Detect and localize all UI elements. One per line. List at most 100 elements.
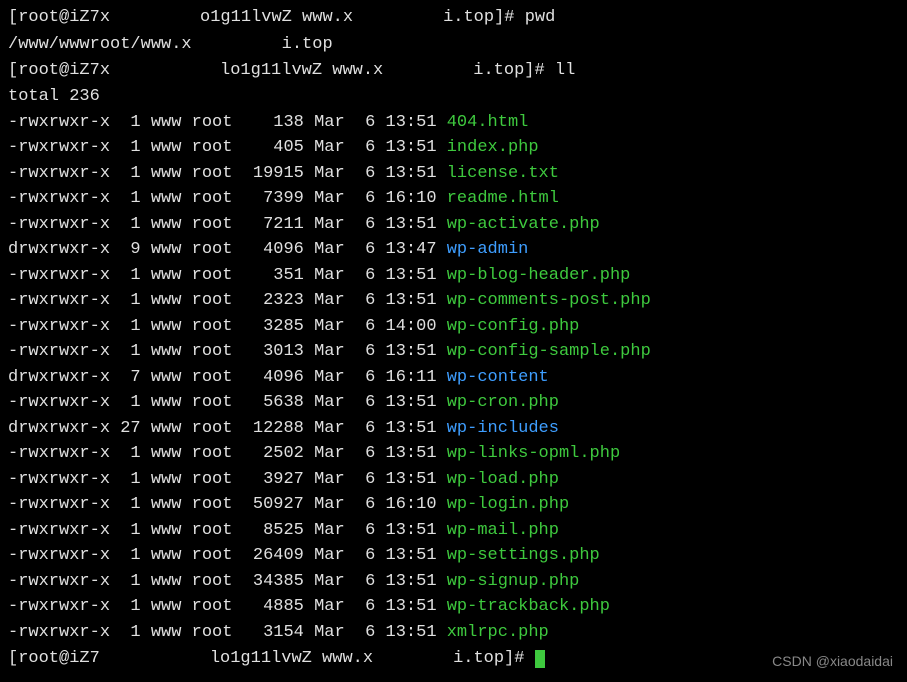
owner: www: [141, 368, 182, 387]
day: 6: [345, 266, 376, 285]
perms: -rwxrwxr-x: [8, 342, 110, 361]
perms: -rwxrwxr-x: [8, 546, 110, 565]
day: 6: [345, 368, 376, 387]
group: root: [181, 546, 232, 565]
filename: wp-load.php: [437, 470, 559, 489]
group: root: [181, 393, 232, 412]
owner: www: [141, 291, 182, 310]
file-row: drwxrwxr-x 27 www root 12288 Mar 6 13:51…: [8, 416, 899, 442]
size: 34385: [232, 572, 303, 591]
perms: drwxrwxr-x: [8, 240, 110, 259]
links: 1: [110, 572, 141, 591]
group: root: [181, 368, 232, 387]
filename: wp-config-sample.php: [437, 342, 651, 361]
links: 1: [110, 317, 141, 336]
prompt-line-pwd: [root@iZ7x o1g11lvwZ www.x i.top]# pwd: [8, 4, 899, 31]
day: 6: [345, 317, 376, 336]
filename: readme.html: [437, 189, 559, 208]
filename: wp-links-opml.php: [437, 444, 621, 463]
size: 2502: [232, 444, 303, 463]
links: 1: [110, 164, 141, 183]
prompt-line-ll: [root@iZ7x lo1g11lvwZ www.x i.top]# ll: [8, 57, 899, 84]
terminal-output[interactable]: [root@iZ7x o1g11lvwZ www.x i.top]# pwd /…: [8, 4, 899, 672]
links: 1: [110, 597, 141, 616]
filename: index.php: [437, 138, 539, 157]
owner: www: [141, 495, 182, 514]
links: 1: [110, 138, 141, 157]
file-row: -rwxrwxr-x 1 www root 50927 Mar 6 16:10 …: [8, 492, 899, 518]
time: 14:00: [375, 317, 436, 336]
filename: wp-settings.php: [437, 546, 600, 565]
time: 13:51: [375, 215, 436, 234]
size: 4096: [232, 368, 303, 387]
links: 1: [110, 291, 141, 310]
perms: -rwxrwxr-x: [8, 215, 110, 234]
owner: www: [141, 113, 182, 132]
group: root: [181, 572, 232, 591]
links: 1: [110, 546, 141, 565]
perms: -rwxrwxr-x: [8, 317, 110, 336]
filename: wp-activate.php: [437, 215, 600, 234]
cursor: [535, 650, 545, 668]
time: 13:51: [375, 521, 436, 540]
day: 6: [345, 521, 376, 540]
group: root: [181, 240, 232, 259]
perms: drwxrwxr-x: [8, 419, 110, 438]
month: Mar: [304, 266, 345, 285]
day: 6: [345, 546, 376, 565]
time: 13:51: [375, 164, 436, 183]
perms: -rwxrwxr-x: [8, 189, 110, 208]
group: root: [181, 291, 232, 310]
size: 12288: [232, 419, 303, 438]
day: 6: [345, 597, 376, 616]
owner: www: [141, 266, 182, 285]
links: 1: [110, 113, 141, 132]
file-row: -rwxrwxr-x 1 www root 3285 Mar 6 14:00 w…: [8, 314, 899, 340]
filename: wp-comments-post.php: [437, 291, 651, 310]
size: 405: [232, 138, 303, 157]
size: 5638: [232, 393, 303, 412]
size: 7211: [232, 215, 303, 234]
group: root: [181, 138, 232, 157]
month: Mar: [304, 368, 345, 387]
size: 3285: [232, 317, 303, 336]
group: root: [181, 521, 232, 540]
group: root: [181, 266, 232, 285]
day: 6: [345, 291, 376, 310]
group: root: [181, 164, 232, 183]
owner: www: [141, 623, 182, 642]
filename: wp-signup.php: [437, 572, 580, 591]
owner: www: [141, 240, 182, 259]
time: 13:51: [375, 572, 436, 591]
perms: -rwxrwxr-x: [8, 138, 110, 157]
command-ll: ll: [555, 62, 575, 81]
perms: -rwxrwxr-x: [8, 470, 110, 489]
filename: wp-admin: [437, 240, 529, 259]
owner: www: [141, 164, 182, 183]
owner: www: [141, 138, 182, 157]
file-row: -rwxrwxr-x 1 www root 26409 Mar 6 13:51 …: [8, 543, 899, 569]
file-row: -rwxrwxr-x 1 www root 3013 Mar 6 13:51 w…: [8, 339, 899, 365]
time: 13:51: [375, 138, 436, 157]
month: Mar: [304, 546, 345, 565]
size: 351: [232, 266, 303, 285]
group: root: [181, 215, 232, 234]
filename: wp-login.php: [437, 495, 570, 514]
filename: wp-trackback.php: [437, 597, 610, 616]
perms: -rwxrwxr-x: [8, 495, 110, 514]
perms: -rwxrwxr-x: [8, 521, 110, 540]
group: root: [181, 470, 232, 489]
owner: www: [141, 215, 182, 234]
time: 13:51: [375, 444, 436, 463]
filename: wp-cron.php: [437, 393, 559, 412]
perms: -rwxrwxr-x: [8, 393, 110, 412]
month: Mar: [304, 342, 345, 361]
filename: wp-content: [437, 368, 549, 387]
pwd-output: /www/wwwroot/www.x i.top: [8, 31, 899, 58]
links: 7: [110, 368, 141, 387]
group: root: [181, 444, 232, 463]
time: 16:11: [375, 368, 436, 387]
owner: www: [141, 444, 182, 463]
month: Mar: [304, 393, 345, 412]
links: 1: [110, 495, 141, 514]
